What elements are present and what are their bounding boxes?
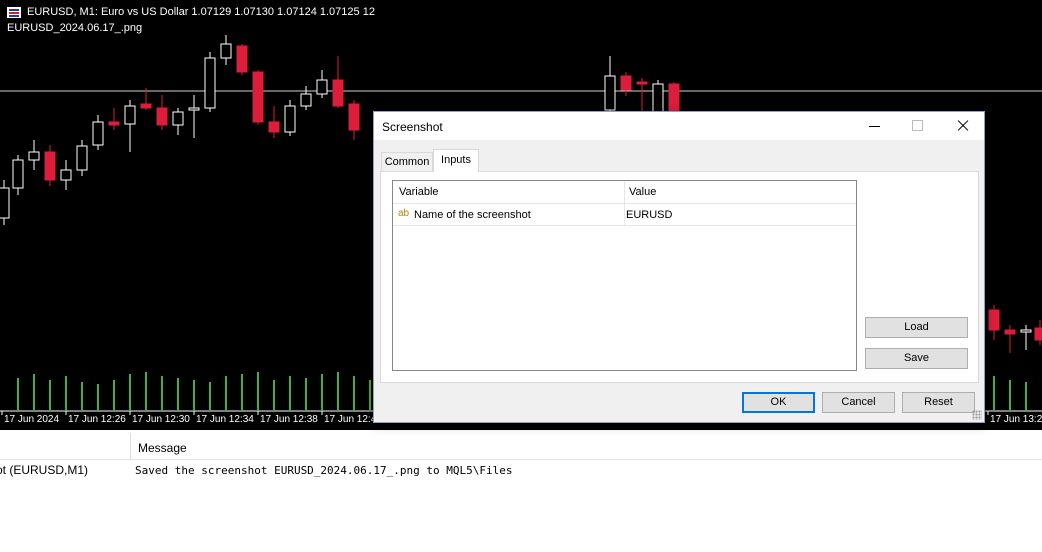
- bull-candle: [204, 57, 216, 109]
- bull-candle: [284, 105, 296, 133]
- inputs-tab-panel: Variable Value ab Name of the screenshot…: [380, 171, 979, 383]
- bear-candle: [988, 309, 1000, 331]
- bull-candle: [92, 121, 104, 146]
- string-type-icon: ab: [398, 208, 410, 219]
- maximize-icon: [896, 112, 940, 140]
- reset-button[interactable]: Reset: [902, 392, 975, 413]
- bear-candle: [332, 79, 344, 107]
- column-divider[interactable]: [130, 433, 131, 459]
- column-header-message[interactable]: Message: [138, 441, 187, 455]
- bull-candle: [28, 151, 40, 161]
- minimize-icon[interactable]: [852, 112, 896, 140]
- bull-candle: [604, 75, 616, 111]
- bear-candle: [1034, 327, 1042, 341]
- chart-screenshot-filename: EURUSD_2024.06.17_.png: [7, 22, 143, 34]
- tab-inputs[interactable]: Inputs: [433, 149, 479, 172]
- bear-candle: [636, 81, 648, 85]
- time-axis-label: 17 Jun 12:26: [68, 414, 126, 425]
- screenshot-dialog: Screenshot Common Inputs Variable Value …: [373, 111, 985, 423]
- bull-candle: [12, 159, 24, 189]
- message-text: Saved the screenshot EURUSD_2024.06.17_.…: [135, 464, 513, 477]
- dialog-titlebar[interactable]: Screenshot: [374, 112, 984, 140]
- inputs-grid[interactable]: Variable Value ab Name of the screenshot…: [392, 180, 857, 371]
- bear-candle: [268, 121, 280, 133]
- bull-candle: [172, 111, 184, 126]
- bear-candle: [252, 71, 264, 123]
- time-axis-label: 17 Jun 12:30: [132, 414, 190, 425]
- bull-candle: [220, 43, 232, 59]
- cancel-button[interactable]: Cancel: [822, 392, 895, 413]
- bull-candle: [0, 187, 10, 219]
- bear-candle: [236, 45, 248, 73]
- save-button[interactable]: Save: [865, 348, 968, 369]
- column-header-value[interactable]: Value: [629, 181, 656, 203]
- resize-grip-icon[interactable]: [972, 410, 982, 420]
- message-source: ot (EURUSD,M1): [0, 463, 89, 477]
- bear-candle: [44, 151, 56, 181]
- bear-candle: [668, 83, 680, 113]
- dialog-title: Screenshot: [382, 120, 443, 134]
- bull-candle: [316, 79, 328, 95]
- input-variable-value[interactable]: EURUSD: [626, 209, 672, 221]
- time-axis-label: 17 Jun 2024: [4, 414, 59, 425]
- bear-candle: [348, 103, 360, 131]
- bear-candle: [108, 121, 120, 126]
- grid-row-divider: [393, 225, 856, 226]
- column-header-variable[interactable]: Variable: [399, 181, 439, 203]
- bear-candle: [156, 107, 168, 126]
- grid-header-divider: [393, 203, 856, 204]
- bull-candle: [124, 105, 136, 125]
- bull-candle: [76, 145, 88, 171]
- bear-candle: [1004, 329, 1016, 335]
- symbol-flag-icon: [7, 6, 21, 18]
- bull-candle: [60, 169, 72, 181]
- bear-candle: [620, 75, 632, 91]
- time-axis-label: 17 Jun 12:38: [260, 414, 318, 425]
- toolbox-panel: Message ot (EURUSD,M1) Saved the screens…: [0, 433, 1042, 552]
- close-icon[interactable]: [940, 112, 984, 140]
- input-variable-name[interactable]: Name of the screenshot: [414, 209, 531, 221]
- tab-common[interactable]: Common: [381, 152, 433, 171]
- load-button[interactable]: Load: [865, 317, 968, 338]
- time-axis-label: 17 Jun 13:22: [990, 414, 1042, 425]
- bull-candle: [188, 107, 200, 111]
- bull-candle: [1020, 329, 1032, 333]
- chart-title-row: EURUSD, M1: Euro vs US Dollar 1.07129 1.…: [7, 6, 375, 18]
- time-axis-label: 17 Jun 12:34: [196, 414, 254, 425]
- bull-candle: [300, 93, 312, 107]
- bear-candle: [140, 103, 152, 109]
- chart-symbol-info: EURUSD, M1: Euro vs US Dollar 1.07129 1.…: [27, 6, 375, 18]
- toolbox-header: Message: [0, 433, 1042, 460]
- ok-button[interactable]: OK: [742, 392, 815, 413]
- bull-candle: [652, 83, 664, 113]
